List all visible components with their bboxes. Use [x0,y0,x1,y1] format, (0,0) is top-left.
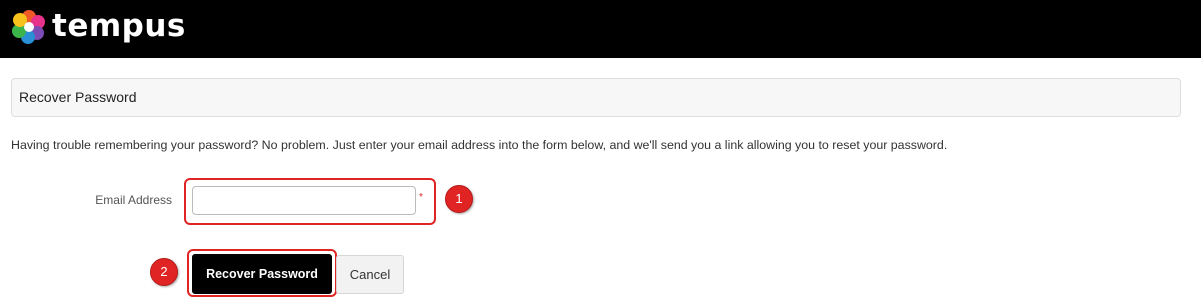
panel-header: Recover Password [11,78,1181,117]
intro-text: Having trouble remembering your password… [11,138,948,152]
email-field[interactable] [192,186,416,215]
annotation-badge-1: 1 [445,185,473,213]
page-title: Recover Password [19,89,137,105]
annotation-badge-2: 2 [150,258,178,286]
top-navbar: tempus [0,0,1201,58]
email-label: Email Address [95,193,172,207]
flower-logo-icon[interactable] [11,9,47,45]
cancel-button[interactable]: Cancel [336,255,404,294]
required-marker: * [419,192,423,203]
brand-name[interactable]: tempus [52,7,186,45]
recover-password-button[interactable]: Recover Password [192,254,332,294]
